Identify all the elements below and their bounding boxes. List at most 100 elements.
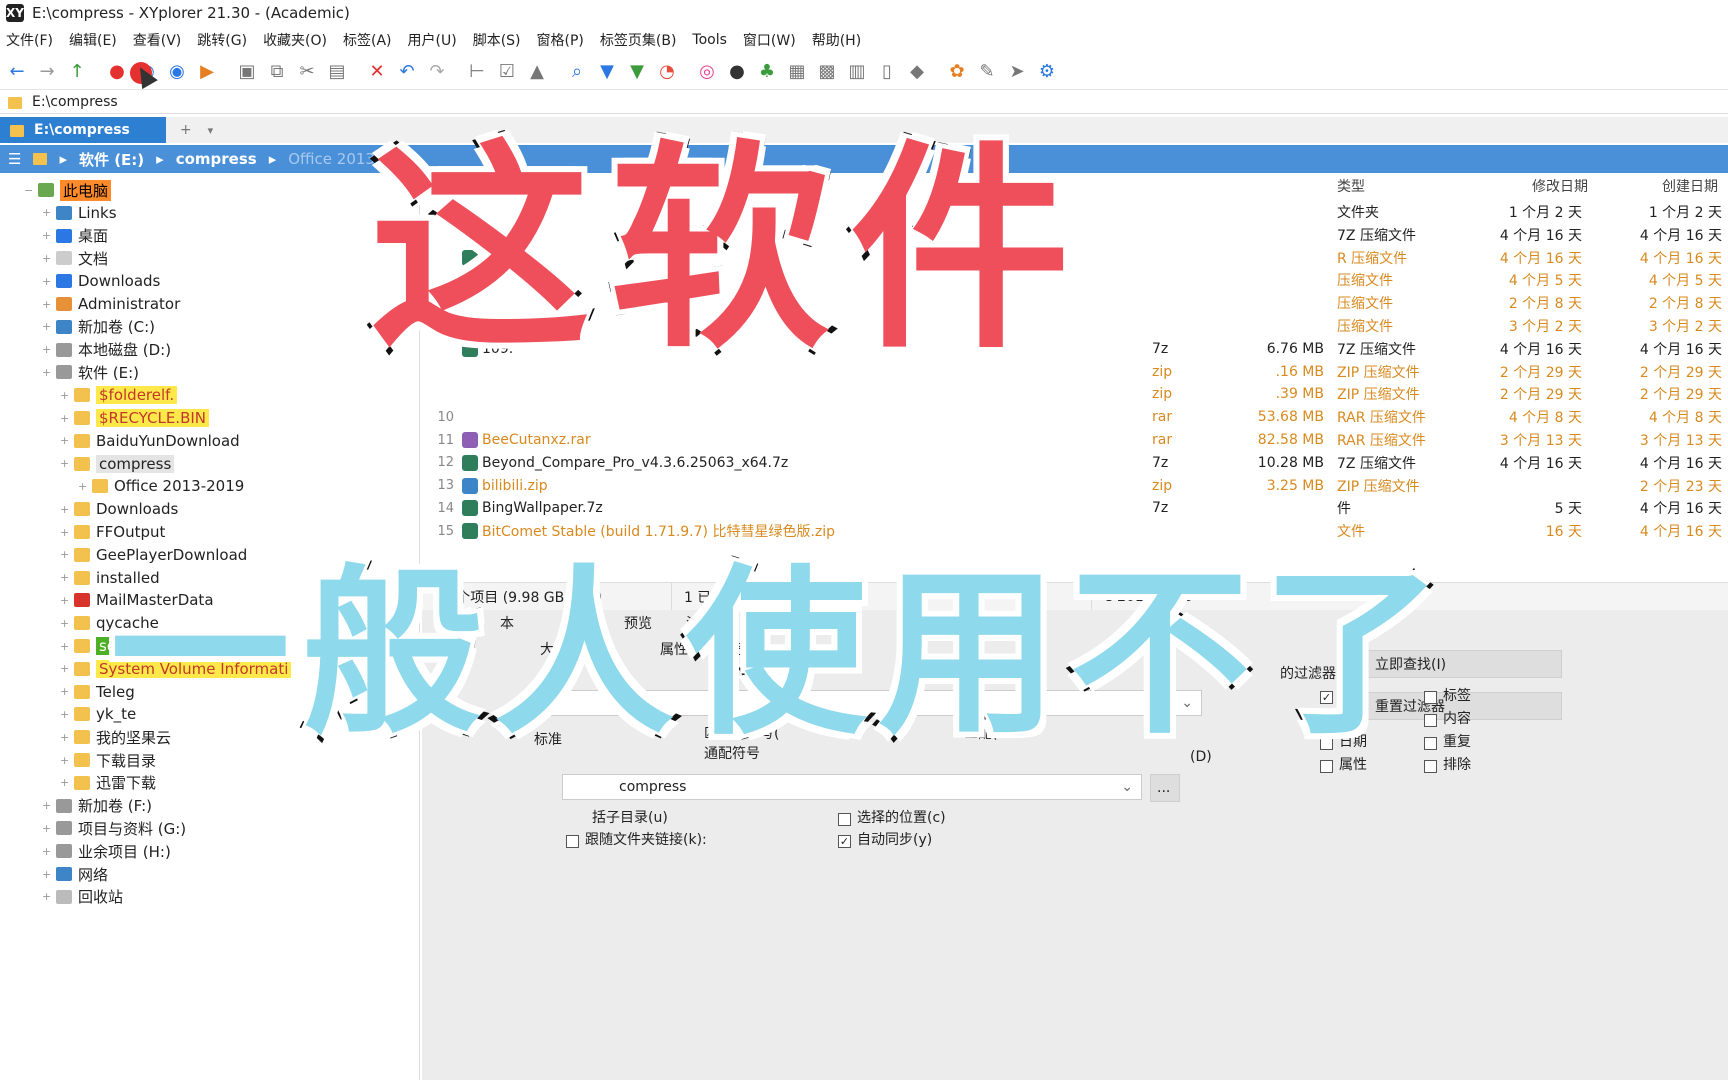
columns-icon[interactable]: ▥ xyxy=(844,59,870,85)
tree-item[interactable]: + 软件 (E:) xyxy=(42,361,139,383)
expand-toggle-icon[interactable]: + xyxy=(60,685,74,698)
expand-toggle-icon[interactable]: + xyxy=(60,776,74,789)
tree-item[interactable]: + compress xyxy=(60,453,175,475)
breadcrumb-folder[interactable]: compress xyxy=(176,150,257,168)
expand-toggle-icon[interactable]: + xyxy=(60,640,74,653)
checkbox[interactable] xyxy=(566,834,579,848)
expand-toggle-icon[interactable]: + xyxy=(42,343,56,356)
auto-sync-option[interactable]: ✓ 自动同步(y) xyxy=(838,828,932,850)
search-circle-icon[interactable]: ◉ xyxy=(164,59,190,85)
tree-item[interactable]: + 项目与资料 (G:) xyxy=(42,817,186,839)
selected-location-option[interactable]: 选择的位置(c) xyxy=(838,806,946,828)
menu-item-0[interactable]: 文件(F) xyxy=(6,30,53,50)
menu-item-12[interactable]: 帮助(H) xyxy=(812,30,861,50)
menu-item-5[interactable]: 标签(A) xyxy=(343,30,392,50)
delete-icon[interactable]: ✕ xyxy=(364,59,390,85)
copy-icon[interactable]: ⧉ xyxy=(264,59,290,85)
settings-gear-icon[interactable]: ⚙ xyxy=(1034,59,1060,85)
moon-icon[interactable]: ● xyxy=(724,59,750,85)
tree-item[interactable]: + 新加卷 (F:) xyxy=(42,795,152,817)
file-row[interactable]: 13 bilibili.zip zip 3.25 MB ZIP 压缩文件 2 个月 23 … xyxy=(422,474,1728,498)
column-modified[interactable]: 修改日期 xyxy=(1532,176,1588,196)
tree-item[interactable]: + 文档 xyxy=(42,247,108,269)
tree-item[interactable]: + $folderelf. xyxy=(60,384,178,406)
expand-toggle-icon[interactable]: + xyxy=(60,548,74,561)
tree-item[interactable]: + Administrator xyxy=(42,293,180,315)
expand-toggle-icon[interactable]: + xyxy=(60,662,74,675)
tree-icon[interactable]: ⊢ xyxy=(464,59,490,85)
tree-item[interactable]: + $RECYCLE.BIN xyxy=(60,407,210,429)
cut-icon[interactable]: ✂ xyxy=(294,59,320,85)
expand-toggle-icon[interactable]: + xyxy=(42,845,56,858)
menu-item-1[interactable]: 编辑(E) xyxy=(69,30,117,50)
grid-icon[interactable]: ▦ xyxy=(784,59,810,85)
expand-toggle-icon[interactable]: + xyxy=(42,799,56,812)
expand-toggle-icon[interactable]: + xyxy=(42,252,56,265)
expand-toggle-icon[interactable]: + xyxy=(42,868,56,881)
note-icon[interactable]: ▯ xyxy=(874,59,900,85)
tree-item[interactable]: + 网络 xyxy=(42,863,108,885)
tree-item[interactable]: + BaiduYunDownload xyxy=(60,430,240,452)
file-row[interactable]: 11 BeeCutanxz.rar rar 82.58 MB RAR 压缩文件 3 个月 … xyxy=(422,428,1728,452)
menu-item-3[interactable]: 跳转(G) xyxy=(197,30,247,50)
column-created[interactable]: 创建日期 xyxy=(1662,176,1718,196)
forward-arrow-icon[interactable]: → xyxy=(34,59,60,85)
subfolders-option[interactable]: 括子目录(u) xyxy=(592,806,668,828)
redo-icon[interactable]: ↷ xyxy=(424,59,450,85)
tree-item[interactable]: + Links xyxy=(42,202,117,224)
expand-toggle-icon[interactable]: + xyxy=(60,571,74,584)
tree-item[interactable]: + Downloads xyxy=(60,498,178,520)
bag-icon[interactable]: ▲ xyxy=(524,59,550,85)
menu-item-9[interactable]: 标签页集(B) xyxy=(600,30,677,50)
tab-compress[interactable]: E:\compress xyxy=(0,117,166,143)
filter-green-icon[interactable]: ▼ xyxy=(624,59,650,85)
expand-toggle-icon[interactable]: + xyxy=(42,229,56,242)
follow-links-option[interactable]: 跟随文件夹链接(k): xyxy=(566,828,707,850)
tree-item[interactable]: + 本地磁盘 (D:) xyxy=(42,339,171,361)
expand-toggle-icon[interactable]: + xyxy=(42,206,56,219)
expand-toggle-icon[interactable]: + xyxy=(60,457,74,470)
address-text[interactable]: E:\compress xyxy=(32,94,118,110)
expand-toggle-icon[interactable]: + xyxy=(60,594,74,607)
expand-toggle-icon[interactable]: + xyxy=(60,617,74,630)
expand-toggle-icon[interactable]: + xyxy=(78,480,92,493)
menu-item-7[interactable]: 脚本(S) xyxy=(473,30,521,50)
tree-item[interactable]: + Office 2013-2019 xyxy=(78,475,244,497)
tree-item[interactable]: + 新加卷 (C:) xyxy=(42,316,155,338)
brush-icon[interactable]: ✎ xyxy=(974,59,1000,85)
expand-toggle-icon[interactable]: + xyxy=(42,275,56,288)
filter-icon[interactable]: ▼ xyxy=(594,59,620,85)
expand-toggle-icon[interactable]: − xyxy=(24,184,38,197)
tag-icon[interactable]: ◆ xyxy=(904,59,930,85)
expand-toggle-icon[interactable]: + xyxy=(60,389,74,402)
colors-icon[interactable]: ✿ xyxy=(944,59,970,85)
expand-toggle-icon[interactable]: + xyxy=(42,320,56,333)
file-row[interactable]: 14 BingWallpaper.7z 7z 件 5 天 4 个月 16 天 xyxy=(422,496,1728,520)
thumbnails-icon[interactable]: ▩ xyxy=(814,59,840,85)
tree-item[interactable]: + Downloads xyxy=(42,270,160,292)
checkbox[interactable] xyxy=(838,812,851,826)
find-icon[interactable]: ⌕ xyxy=(564,59,590,85)
expand-toggle-icon[interactable]: + xyxy=(60,708,74,721)
checkbox-icon[interactable]: ☑ xyxy=(494,59,520,85)
paste-icon[interactable]: ▤ xyxy=(324,59,350,85)
send-icon[interactable]: ➤ xyxy=(1004,59,1030,85)
tree-item[interactable]: + 回收站 xyxy=(42,886,123,908)
up-arrow-icon[interactable]: ↑ xyxy=(64,59,90,85)
tree-item[interactable]: − 此电脑 xyxy=(24,179,112,201)
tab-dropdown-icon[interactable]: ▾ xyxy=(208,124,214,137)
pie-icon[interactable]: ◔ xyxy=(654,59,680,85)
new-folder-icon[interactable]: ▣ xyxy=(234,59,260,85)
play-circle-icon[interactable]: ▶ xyxy=(194,59,220,85)
checkbox-checked[interactable]: ✓ xyxy=(838,834,851,848)
menu-item-8[interactable]: 窗格(P) xyxy=(537,30,584,50)
tree-item[interactable]: + 桌面 xyxy=(42,225,108,247)
expand-toggle-icon[interactable]: + xyxy=(42,366,56,379)
expand-toggle-icon[interactable]: + xyxy=(60,412,74,425)
breadcrumb-drive[interactable]: 软件 (E:) xyxy=(79,149,144,170)
file-row[interactable]: 12 Beyond_Compare_Pro_v4.3.6.25063_x64.7z… xyxy=(422,451,1728,475)
expand-toggle-icon[interactable]: + xyxy=(60,731,74,744)
back-arrow-icon[interactable]: ← xyxy=(4,59,30,85)
menu-item-10[interactable]: Tools xyxy=(692,32,727,48)
new-tab-button[interactable]: + xyxy=(180,122,192,138)
